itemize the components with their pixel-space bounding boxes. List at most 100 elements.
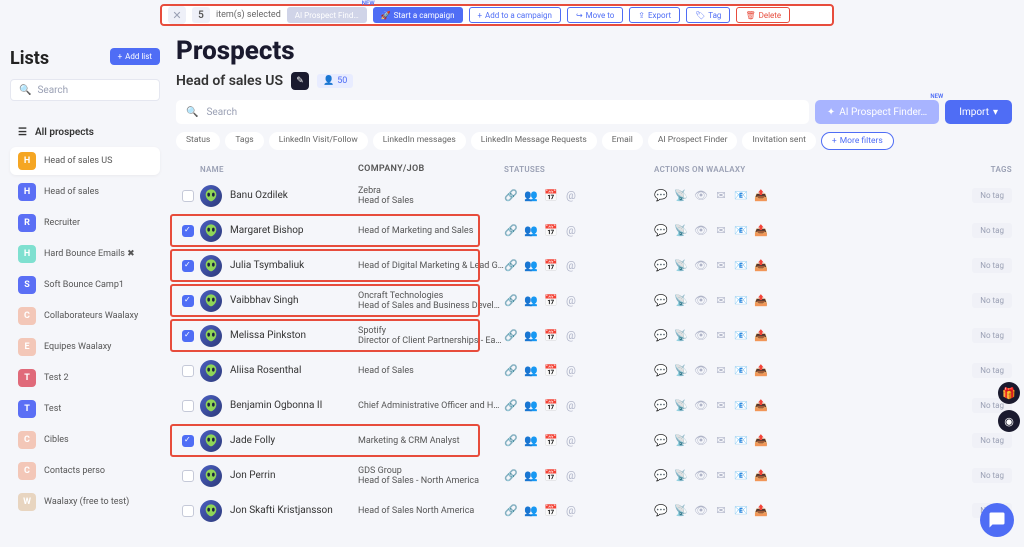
action-icon[interactable]: 💬 (654, 504, 668, 518)
status-icon[interactable]: 👥 (524, 224, 538, 238)
table-row[interactable]: Melissa Pinkston Spotify Director of Cli… (176, 318, 1012, 353)
filter-chip[interactable]: LinkedIn Message Requests (471, 132, 597, 150)
action-icon[interactable]: 💬 (654, 294, 668, 308)
add-to-campaign-button[interactable]: + Add to a campaign (469, 7, 561, 23)
action-icon[interactable]: 📡 (674, 434, 688, 448)
action-icon[interactable]: 📤 (754, 364, 768, 378)
action-icon[interactable]: 📧 (734, 504, 748, 518)
action-icon[interactable]: ✉ (714, 469, 728, 483)
row-checkbox[interactable] (182, 365, 194, 377)
status-icon[interactable]: 🔗 (504, 259, 518, 273)
status-icon[interactable]: 👥 (524, 364, 538, 378)
action-icon[interactable]: 👁 (694, 224, 708, 238)
status-icon[interactable]: 👥 (524, 259, 538, 273)
status-icon[interactable]: 📅 (544, 259, 558, 273)
discord-icon[interactable]: ◉ (998, 410, 1020, 432)
status-icon[interactable]: 🔗 (504, 434, 518, 448)
action-icon[interactable]: 💬 (654, 469, 668, 483)
action-icon[interactable]: ✉ (714, 189, 728, 203)
table-row[interactable]: Vaibbhav Singh Oncraft Technologies Head… (176, 283, 1012, 318)
table-row[interactable]: Benjamin Ogbonna II Chief Administrative… (176, 388, 1012, 423)
row-checkbox[interactable] (182, 260, 194, 272)
action-icon[interactable]: 📡 (674, 329, 688, 343)
row-checkbox[interactable] (182, 225, 194, 237)
action-icon[interactable]: ✉ (714, 364, 728, 378)
action-icon[interactable]: ✉ (714, 294, 728, 308)
action-icon[interactable]: 💬 (654, 329, 668, 343)
status-icon[interactable]: 🔗 (504, 504, 518, 518)
main-search[interactable]: 🔍 Search (176, 100, 809, 124)
action-icon[interactable]: 👁 (694, 294, 708, 308)
table-row[interactable]: Aliisa Rosenthal Head of Sales 🔗👥📅@ 💬📡👁✉… (176, 353, 1012, 388)
action-icon[interactable]: 📧 (734, 294, 748, 308)
action-icon[interactable]: 📤 (754, 504, 768, 518)
sidebar-list-item[interactable]: HHead of sales US (10, 147, 160, 175)
sidebar-list-item[interactable]: RRecruiter (10, 209, 160, 237)
action-icon[interactable]: 👁 (694, 329, 708, 343)
status-icon[interactable]: 🔗 (504, 294, 518, 308)
sidebar-list-item[interactable]: EEquipes Waalaxy (10, 333, 160, 361)
action-icon[interactable]: 📡 (674, 294, 688, 308)
all-prospects-link[interactable]: ☰ All prospects (10, 121, 160, 144)
action-icon[interactable]: 📤 (754, 189, 768, 203)
action-icon[interactable]: ✉ (714, 329, 728, 343)
action-icon[interactable]: 💬 (654, 364, 668, 378)
no-tag-pill[interactable]: No tag (972, 468, 1012, 483)
action-icon[interactable]: 👁 (694, 469, 708, 483)
sidebar-list-item[interactable]: CCibles (10, 426, 160, 454)
action-icon[interactable]: 💬 (654, 189, 668, 203)
action-icon[interactable]: 📤 (754, 224, 768, 238)
sidebar-list-item[interactable]: WWaalaxy (free to test) (10, 488, 160, 516)
action-icon[interactable]: 👁 (694, 399, 708, 413)
table-row[interactable]: Julia Tsymbaliuk Head of Digital Marketi… (176, 248, 1012, 283)
action-icon[interactable]: 📧 (734, 189, 748, 203)
status-icon[interactable]: @ (564, 504, 578, 518)
status-icon[interactable]: 🔗 (504, 329, 518, 343)
sidebar-list-item[interactable]: TTest 2 (10, 364, 160, 392)
action-icon[interactable]: 📧 (734, 224, 748, 238)
status-icon[interactable]: 🔗 (504, 364, 518, 378)
sidebar-list-item[interactable]: TTest (10, 395, 160, 423)
action-icon[interactable]: 💬 (654, 399, 668, 413)
status-icon[interactable]: 📅 (544, 434, 558, 448)
filter-chip[interactable]: LinkedIn Visit/Follow (269, 132, 368, 150)
table-row[interactable]: Jade Folly Marketing & CRM Analyst 🔗👥📅@ … (176, 423, 1012, 458)
row-checkbox[interactable] (182, 470, 194, 482)
sidebar-list-item[interactable]: CCollaborateurs Waalaxy (10, 302, 160, 330)
filter-chip[interactable]: Email (602, 132, 643, 150)
action-icon[interactable]: 👁 (694, 504, 708, 518)
status-icon[interactable]: 👥 (524, 504, 538, 518)
export-button[interactable]: ⇪ Export (629, 7, 680, 23)
action-icon[interactable]: ✉ (714, 504, 728, 518)
row-checkbox[interactable] (182, 190, 194, 202)
action-icon[interactable]: 📧 (734, 469, 748, 483)
action-icon[interactable]: 📤 (754, 434, 768, 448)
filter-chip[interactable]: AI Prospect Finder (648, 132, 738, 150)
ai-prospect-finder-button[interactable]: ✦ AI Prospect Finder… NEW (815, 100, 939, 124)
import-button[interactable]: Import ▾ (945, 100, 1012, 124)
status-icon[interactable]: @ (564, 469, 578, 483)
no-tag-pill[interactable]: No tag (972, 433, 1012, 448)
action-icon[interactable]: ✉ (714, 399, 728, 413)
no-tag-pill[interactable]: No tag (972, 363, 1012, 378)
action-icon[interactable]: 📡 (674, 399, 688, 413)
start-campaign-button[interactable]: 🚀 Start a campaign (373, 7, 463, 23)
no-tag-pill[interactable]: No tag (972, 293, 1012, 308)
action-icon[interactable]: 👁 (694, 259, 708, 273)
sidebar-list-item[interactable]: HHard Bounce Emails ✖ (10, 240, 160, 268)
action-icon[interactable]: 💬 (654, 434, 668, 448)
status-icon[interactable]: 🔗 (504, 189, 518, 203)
ai-prospect-button-disabled[interactable]: AI Prospect Find… NEW (287, 7, 367, 23)
sidebar-list-item[interactable]: HHead of sales (10, 178, 160, 206)
no-tag-pill[interactable]: No tag (972, 328, 1012, 343)
delete-button[interactable]: 🗑 Delete (736, 7, 790, 23)
status-icon[interactable]: @ (564, 434, 578, 448)
table-row[interactable]: Jon Skafti Kristjansson Head of Sales No… (176, 493, 1012, 528)
row-checkbox[interactable] (182, 505, 194, 517)
more-filters-button[interactable]: + More filters (821, 132, 894, 150)
no-tag-pill[interactable]: No tag (972, 223, 1012, 238)
status-icon[interactable]: @ (564, 189, 578, 203)
no-tag-pill[interactable]: No tag (972, 258, 1012, 273)
status-icon[interactable]: @ (564, 224, 578, 238)
action-icon[interactable]: 👁 (694, 189, 708, 203)
